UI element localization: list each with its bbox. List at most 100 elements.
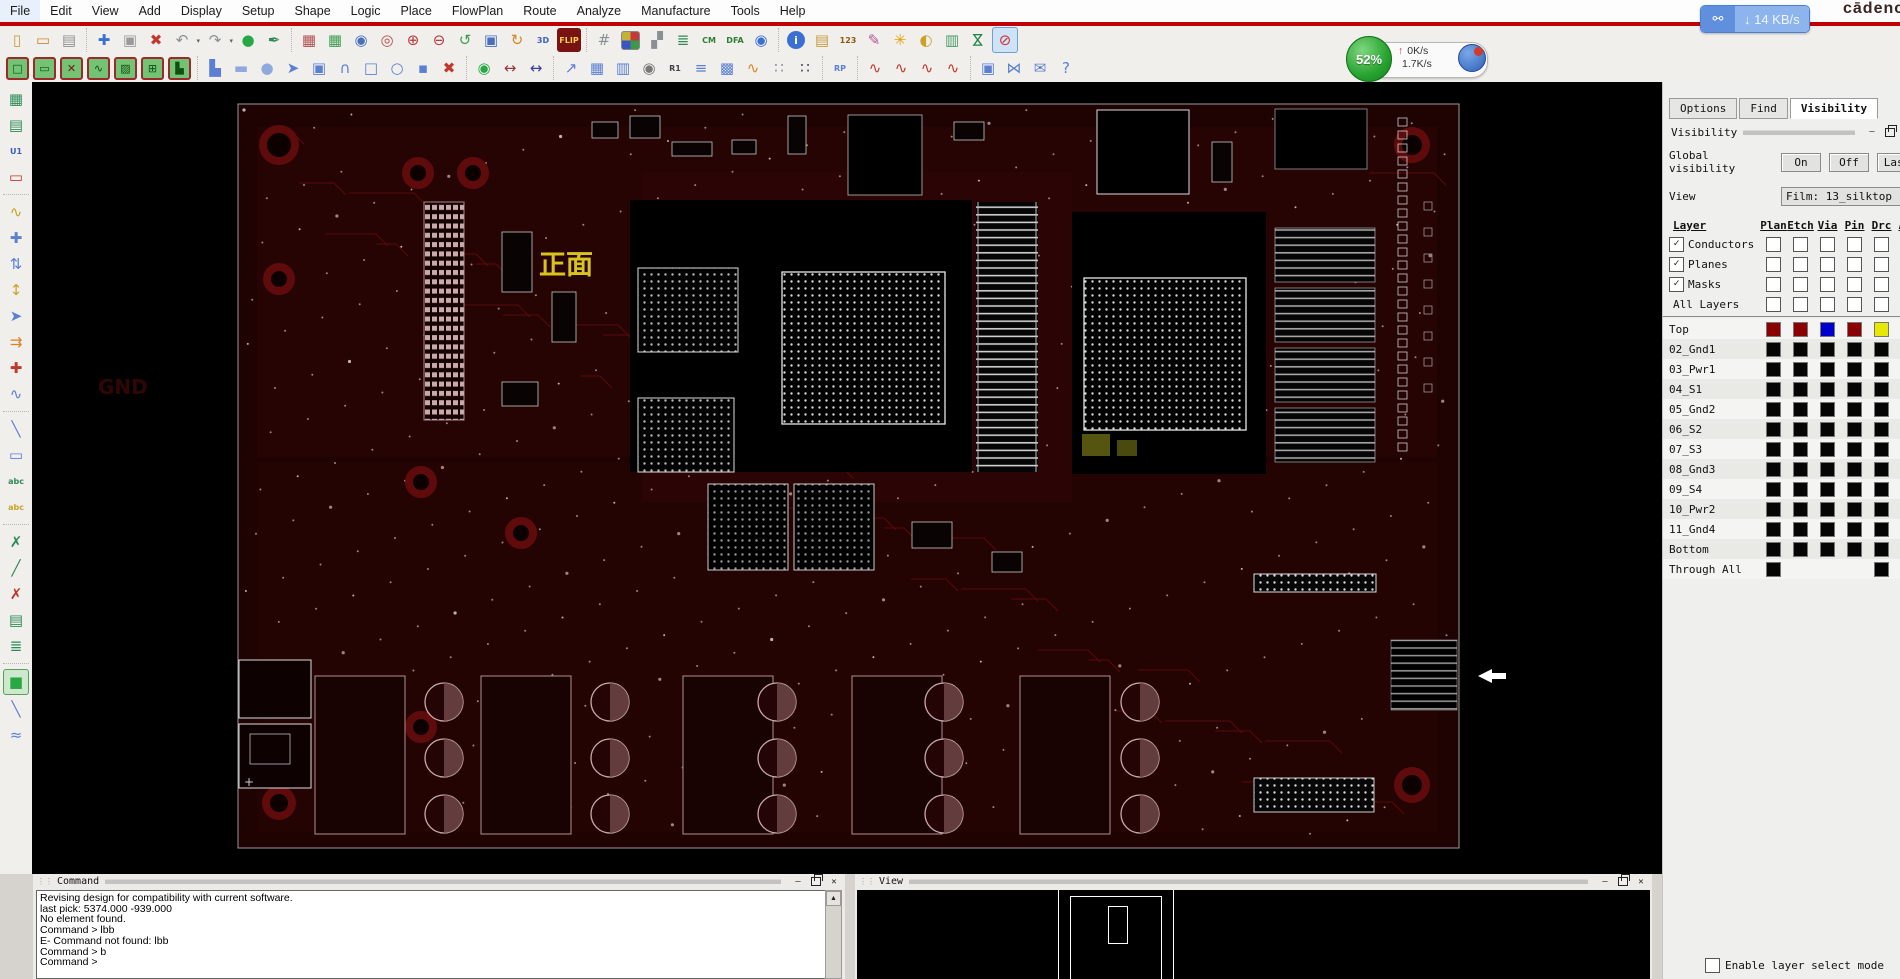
slide-icon[interactable]: ∿: [4, 200, 28, 224]
element-query-icon[interactable]: ▤: [810, 28, 834, 52]
top-swatch-4[interactable]: [1847, 322, 1862, 337]
target-probe-icon[interactable]: ◉: [472, 56, 496, 80]
shape-add-rect-icon[interactable]: ▭: [33, 57, 56, 80]
03-pwr1-swatch-1[interactable]: [1766, 362, 1781, 377]
download-speed-badge[interactable]: ⚯ ↓ 14 KB/s: [1700, 5, 1810, 33]
save-file-icon[interactable]: ▤: [57, 28, 81, 52]
snapshot-icon[interactable]: ◉: [637, 56, 661, 80]
shape-merge-icon[interactable]: ⊞: [141, 57, 164, 80]
net-schedule-icon[interactable]: ✗: [4, 530, 28, 554]
02-gnd1-swatch-3[interactable]: [1820, 342, 1835, 357]
08-gnd3-swatch-5[interactable]: [1874, 462, 1889, 477]
02-gnd1-swatch-5[interactable]: [1874, 342, 1889, 357]
grid-points-icon[interactable]: ▦: [297, 28, 321, 52]
zoom-previous-icon[interactable]: ↺: [453, 28, 477, 52]
help-icon[interactable]: ?: [1054, 56, 1078, 80]
10-pwr2-swatch-1[interactable]: [1766, 502, 1781, 517]
audit-net-1-icon[interactable]: ∿: [863, 56, 887, 80]
menu-shape[interactable]: Shape: [285, 0, 341, 22]
top-swatch-1[interactable]: [1766, 322, 1781, 337]
delete-island-icon[interactable]: ✖: [437, 56, 461, 80]
copy-stack-icon[interactable]: ▣: [976, 56, 1000, 80]
04-s1-swatch-1[interactable]: [1766, 382, 1781, 397]
spread-lines-icon[interactable]: ✚: [4, 356, 28, 380]
flip-design-icon[interactable]: FLIP: [557, 28, 581, 52]
menu-display[interactable]: Display: [171, 0, 232, 22]
shape-break-icon[interactable]: ✕: [60, 57, 83, 80]
07-s3-swatch-3[interactable]: [1820, 442, 1835, 457]
small-rect-icon[interactable]: ▪: [411, 56, 435, 80]
global-off-button[interactable]: Off: [1829, 153, 1869, 172]
menu-view[interactable]: View: [82, 0, 129, 22]
10-pwr2-swatch-4[interactable]: [1847, 502, 1862, 517]
masks-col5-checkbox[interactable]: [1874, 277, 1889, 292]
02-gnd1-swatch-2[interactable]: [1793, 342, 1808, 357]
menu-analyze[interactable]: Analyze: [567, 0, 631, 22]
menu-flowplan[interactable]: FlowPlan: [442, 0, 513, 22]
add-text-icon[interactable]: abc: [4, 469, 28, 493]
02-gnd1-swatch-1[interactable]: [1766, 342, 1781, 357]
bottom-swatch-1[interactable]: [1766, 542, 1781, 557]
module-edit-icon[interactable]: ▦: [585, 56, 609, 80]
planes-col2-checkbox[interactable]: [1793, 257, 1808, 272]
06-s2-swatch-2[interactable]: [1793, 422, 1808, 437]
circle-void-icon[interactable]: ○: [385, 56, 409, 80]
fanout-icon[interactable]: ➤: [4, 304, 28, 328]
conductors-col5-checkbox[interactable]: [1874, 237, 1889, 252]
zoom-points-icon[interactable]: ◉: [349, 28, 373, 52]
menu-help[interactable]: Help: [770, 0, 816, 22]
reports-icon[interactable]: ≡: [689, 56, 713, 80]
04-s1-swatch-4[interactable]: [1847, 382, 1862, 397]
top-swatch-5[interactable]: [1874, 322, 1889, 337]
design-edit-icon[interactable]: ▦: [4, 87, 28, 111]
percent-badge[interactable]: 52%: [1346, 36, 1392, 82]
02-gnd1-swatch-4[interactable]: [1847, 342, 1862, 357]
arc-corner-icon[interactable]: ∩: [333, 56, 357, 80]
07-s3-swatch-4[interactable]: [1847, 442, 1862, 457]
symbol-u1-icon[interactable]: U1: [4, 139, 28, 163]
masks-col1-checkbox[interactable]: [1766, 277, 1781, 292]
color-edit-icon[interactable]: ✎: [862, 28, 886, 52]
command-output[interactable]: Revising design for compatibility with c…: [36, 890, 826, 979]
rats-rp-icon[interactable]: RP: [828, 56, 852, 80]
network-ball-icon[interactable]: [1458, 44, 1486, 72]
conductors-col1-checkbox[interactable]: [1766, 237, 1781, 252]
09-s4-swatch-3[interactable]: [1820, 482, 1835, 497]
pad-array-icon[interactable]: ∷: [767, 56, 791, 80]
09-s4-swatch-2[interactable]: [1793, 482, 1808, 497]
through-all-swatch-1[interactable]: [1766, 562, 1781, 577]
connector-edit-icon[interactable]: ▭: [4, 165, 28, 189]
planes-col1-checkbox[interactable]: [1766, 257, 1781, 272]
menu-setup[interactable]: Setup: [232, 0, 285, 22]
menu-add[interactable]: Add: [129, 0, 171, 22]
new-file-icon[interactable]: ▯: [5, 28, 29, 52]
via-array-icon[interactable]: ∷: [793, 56, 817, 80]
04-s1-swatch-3[interactable]: [1820, 382, 1835, 397]
menu-file[interactable]: File: [0, 0, 40, 22]
tab-find[interactable]: Find: [1739, 98, 1788, 119]
11-gnd4-swatch-2[interactable]: [1793, 522, 1808, 537]
menu-logic[interactable]: Logic: [341, 0, 391, 22]
08-gnd3-swatch-2[interactable]: [1793, 462, 1808, 477]
checkbox-masks[interactable]: ✓: [1669, 277, 1684, 292]
minimize-icon[interactable]: —: [1865, 126, 1879, 138]
placement-edit-icon[interactable]: ▤: [4, 113, 28, 137]
design-canvas[interactable]: 正面 GND: [32, 82, 1662, 874]
measure-route-icon[interactable]: ✚: [4, 226, 28, 250]
view-minimap[interactable]: [857, 890, 1650, 979]
highlight-icon[interactable]: ●: [236, 28, 260, 52]
rats-net-icon[interactable]: ≈: [4, 723, 28, 747]
add-line-icon[interactable]: ╲: [4, 417, 28, 441]
shape-add-icon[interactable]: □: [6, 57, 29, 80]
net-group-icon[interactable]: ≣: [4, 634, 28, 658]
all-layers-col2-checkbox[interactable]: [1793, 297, 1808, 312]
color-dialog-icon[interactable]: [621, 31, 640, 50]
undo-icon[interactable]: ↶▾: [170, 28, 194, 52]
05-gnd2-swatch-4[interactable]: [1847, 402, 1862, 417]
planes-col3-checkbox[interactable]: [1820, 257, 1835, 272]
mail-icon[interactable]: ✉: [1028, 56, 1052, 80]
all-layers-col3-checkbox[interactable]: [1820, 297, 1835, 312]
masks-col4-checkbox[interactable]: [1847, 277, 1862, 292]
net-unschedule-icon[interactable]: ✗: [4, 582, 28, 606]
top-swatch-2[interactable]: [1793, 322, 1808, 337]
